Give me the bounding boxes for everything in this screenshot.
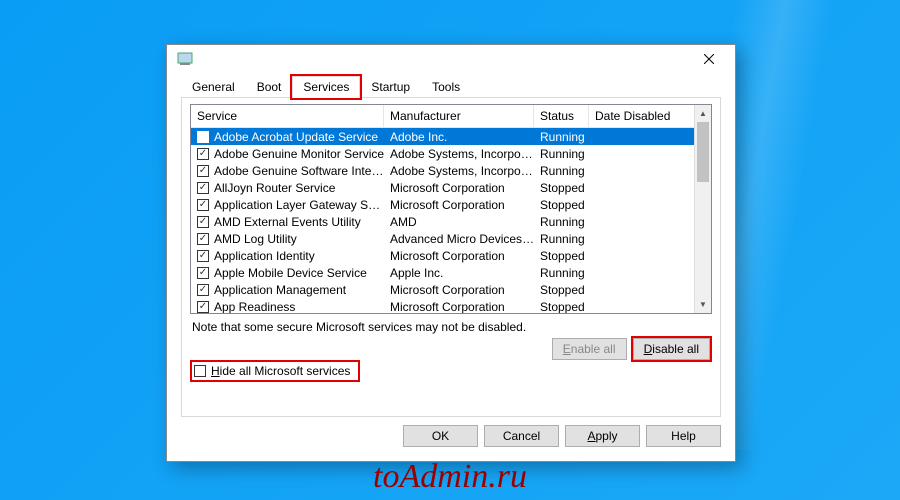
watermark-text: toAdmin.ru (373, 458, 527, 496)
close-button[interactable] (689, 47, 729, 71)
col-status[interactable]: Status (534, 105, 589, 127)
cell-service: AMD Log Utility (214, 232, 390, 246)
cell-manufacturer: Microsoft Corporation (390, 283, 540, 297)
services-listview[interactable]: Service Manufacturer Status Date Disable… (190, 104, 712, 314)
help-button[interactable]: Help (646, 425, 721, 447)
hide-microsoft-services-checkbox[interactable]: Hide all Microsoft services (192, 362, 358, 380)
tab-services[interactable]: Services (292, 76, 360, 98)
cell-manufacturer: AMD (390, 215, 540, 229)
tab-startup[interactable]: Startup (360, 76, 421, 98)
dialog-button-row: OK Cancel Apply Help (167, 425, 735, 457)
cell-status: Running (540, 130, 595, 144)
cell-manufacturer: Adobe Systems, Incorpora... (390, 164, 540, 178)
cancel-button[interactable]: Cancel (484, 425, 559, 447)
cell-service: AllJoyn Router Service (214, 181, 390, 195)
cell-service: Adobe Genuine Software Integri... (214, 164, 390, 178)
vertical-scrollbar[interactable]: ▲ ▼ (694, 105, 711, 313)
table-row[interactable]: Apple Mobile Device ServiceApple Inc.Run… (191, 264, 711, 281)
cell-service: Application Layer Gateway Service (214, 198, 390, 212)
table-row[interactable]: Application Layer Gateway ServiceMicroso… (191, 196, 711, 213)
cell-service: Adobe Genuine Monitor Service (214, 147, 390, 161)
cell-status: Running (540, 215, 595, 229)
cell-manufacturer: Adobe Inc. (390, 130, 540, 144)
checkbox-icon[interactable] (194, 365, 206, 377)
row-checkbox[interactable] (197, 233, 209, 245)
cell-status: Stopped (540, 300, 595, 314)
row-checkbox[interactable] (197, 165, 209, 177)
cell-service: App Readiness (214, 300, 390, 314)
titlebar[interactable] (167, 45, 735, 73)
row-checkbox[interactable] (197, 301, 209, 313)
cell-status: Running (540, 147, 595, 161)
table-row[interactable]: AllJoyn Router ServiceMicrosoft Corporat… (191, 179, 711, 196)
cell-status: Running (540, 164, 595, 178)
table-row[interactable]: App ReadinessMicrosoft CorporationStoppe… (191, 298, 711, 314)
row-checkbox[interactable] (197, 267, 209, 279)
hide-ms-label: Hide all Microsoft services (211, 364, 350, 378)
row-checkbox[interactable] (197, 284, 209, 296)
app-icon (177, 51, 193, 67)
cell-manufacturer: Microsoft Corporation (390, 300, 540, 314)
cell-status: Stopped (540, 198, 595, 212)
table-row[interactable]: Adobe Genuine Monitor ServiceAdobe Syste… (191, 145, 711, 162)
scroll-up-icon[interactable]: ▲ (695, 105, 711, 122)
cell-manufacturer: Microsoft Corporation (390, 198, 540, 212)
msconfig-window: General Boot Services Startup Tools Serv… (166, 44, 736, 462)
table-row[interactable]: AMD External Events UtilityAMDRunning (191, 213, 711, 230)
scroll-thumb[interactable] (697, 122, 709, 182)
row-checkbox[interactable] (197, 148, 209, 160)
tab-strip: General Boot Services Startup Tools (167, 73, 735, 97)
row-checkbox[interactable] (197, 182, 209, 194)
row-checkbox[interactable] (197, 250, 209, 262)
row-checkbox[interactable] (197, 131, 209, 143)
enable-disable-row: Enable all Disable all (552, 338, 710, 360)
cell-service: Apple Mobile Device Service (214, 266, 390, 280)
tab-panel-services: Service Manufacturer Status Date Disable… (181, 97, 721, 417)
cell-status: Stopped (540, 249, 595, 263)
cell-status: Stopped (540, 283, 595, 297)
cell-service: AMD External Events Utility (214, 215, 390, 229)
tab-tools[interactable]: Tools (421, 76, 471, 98)
table-row[interactable]: Application IdentityMicrosoft Corporatio… (191, 247, 711, 264)
tab-general[interactable]: General (181, 76, 246, 98)
cell-service: Application Management (214, 283, 390, 297)
cell-status: Stopped (540, 181, 595, 195)
row-checkbox[interactable] (197, 216, 209, 228)
table-row[interactable]: Application ManagementMicrosoft Corporat… (191, 281, 711, 298)
apply-button[interactable]: Apply (565, 425, 640, 447)
scroll-down-icon[interactable]: ▼ (695, 296, 711, 313)
row-checkbox[interactable] (197, 199, 209, 211)
enable-all-button[interactable]: Enable all (552, 338, 627, 360)
col-date-disabled[interactable]: Date Disabled (589, 105, 711, 127)
cell-service: Adobe Acrobat Update Service (214, 130, 390, 144)
cell-manufacturer: Adobe Systems, Incorpora... (390, 147, 540, 161)
tab-boot[interactable]: Boot (246, 76, 293, 98)
cell-service: Application Identity (214, 249, 390, 263)
cell-manufacturer: Microsoft Corporation (390, 181, 540, 195)
disable-all-button[interactable]: Disable all (633, 338, 710, 360)
table-row[interactable]: Adobe Genuine Software Integri...Adobe S… (191, 162, 711, 179)
listview-header[interactable]: Service Manufacturer Status Date Disable… (191, 105, 711, 128)
ok-button[interactable]: OK (403, 425, 478, 447)
table-row[interactable]: AMD Log UtilityAdvanced Micro Devices, I… (191, 230, 711, 247)
cell-status: Running (540, 266, 595, 280)
cell-manufacturer: Apple Inc. (390, 266, 540, 280)
col-service[interactable]: Service (191, 105, 384, 127)
cell-manufacturer: Advanced Micro Devices, I... (390, 232, 540, 246)
note-text: Note that some secure Microsoft services… (192, 320, 710, 334)
listview-rows: Adobe Acrobat Update ServiceAdobe Inc.Ru… (191, 128, 711, 314)
table-row[interactable]: Adobe Acrobat Update ServiceAdobe Inc.Ru… (191, 128, 711, 145)
col-manufacturer[interactable]: Manufacturer (384, 105, 534, 127)
cell-manufacturer: Microsoft Corporation (390, 249, 540, 263)
cell-status: Running (540, 232, 595, 246)
